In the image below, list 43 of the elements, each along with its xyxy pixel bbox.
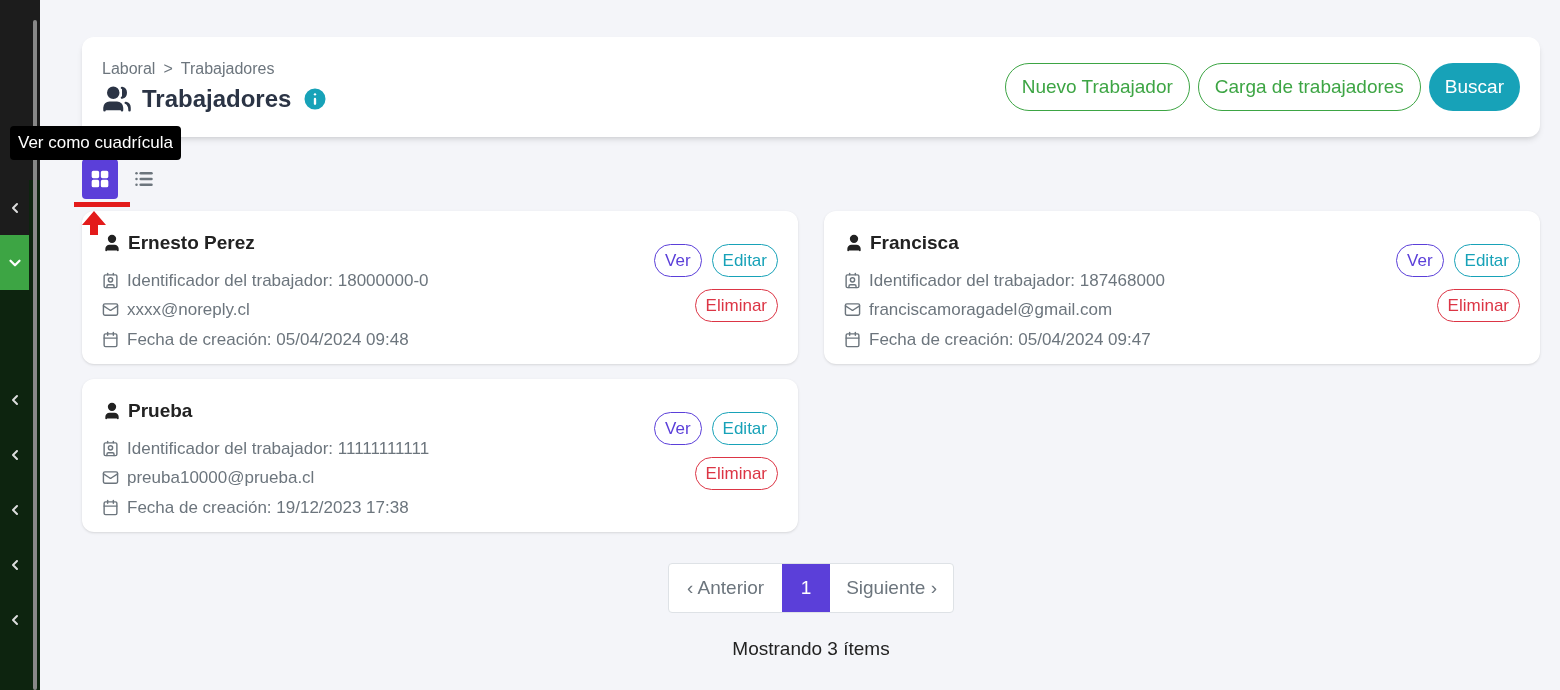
page-button[interactable]: 1 — [782, 564, 831, 612]
annotation-arrow — [74, 199, 130, 235]
items-count: Mostrando 3 ítems — [731, 637, 891, 661]
header-button[interactable]: Nuevo Trabajador — [1004, 63, 1190, 111]
previous-page-button[interactable]: ‹ Anterior — [669, 564, 783, 612]
grid-view-button[interactable] — [82, 159, 118, 199]
person-icon — [102, 401, 122, 422]
users-icon — [102, 84, 132, 114]
creation-date: Fecha de creación: 05/04/2024 09:47 — [869, 328, 1151, 351]
grid-icon — [90, 169, 110, 189]
next-page-button[interactable]: Siguiente › — [830, 564, 953, 612]
list-icon — [134, 169, 154, 189]
sidebar-item[interactable] — [0, 180, 29, 235]
header-button[interactable]: Carga de trabajadores — [1197, 63, 1421, 111]
id-card-icon — [102, 271, 119, 289]
page-title: Trabajadores — [142, 84, 292, 114]
calendar-icon — [844, 330, 861, 348]
calendar-icon — [102, 330, 119, 348]
id-card-icon — [102, 439, 119, 457]
sidebar-item[interactable] — [0, 235, 29, 290]
creation-date: Fecha de creación: 05/04/2024 09:48 — [127, 328, 409, 351]
mail-icon — [102, 301, 119, 319]
id-card-icon — [844, 271, 861, 289]
worker-email: preuba10000@prueba.cl — [127, 467, 315, 489]
breadcrumb-separator: > — [163, 59, 173, 79]
worker-id: Identificador del trabajador: 11111111111 — [127, 437, 430, 460]
worker-name: Francisca — [870, 231, 959, 255]
worker-id: Identificador del trabajador: 187468000 — [869, 269, 1165, 292]
person-icon — [102, 233, 122, 254]
creation-date: Fecha de creación: 19/12/2023 17:38 — [127, 496, 409, 519]
calendar-icon — [102, 498, 119, 516]
worker-id: Identificador del trabajador: 18000000-0 — [127, 269, 429, 292]
worker-name: Prueba — [128, 399, 193, 423]
worker-email: franciscamoragadel@gmail.com — [869, 299, 1113, 321]
worker-name: Ernesto Perez — [128, 231, 255, 255]
mail-icon — [844, 301, 861, 319]
header-button[interactable]: Buscar — [1428, 63, 1520, 111]
breadcrumb-link[interactable]: Laboral — [102, 57, 156, 81]
worker-email: xxxx@noreply.cl — [127, 299, 250, 321]
mail-icon — [102, 469, 119, 487]
person-icon — [844, 233, 864, 254]
breadcrumb-current: Trabajadores — [180, 59, 275, 79]
tooltip: Ver como cuadrícula — [10, 126, 181, 160]
